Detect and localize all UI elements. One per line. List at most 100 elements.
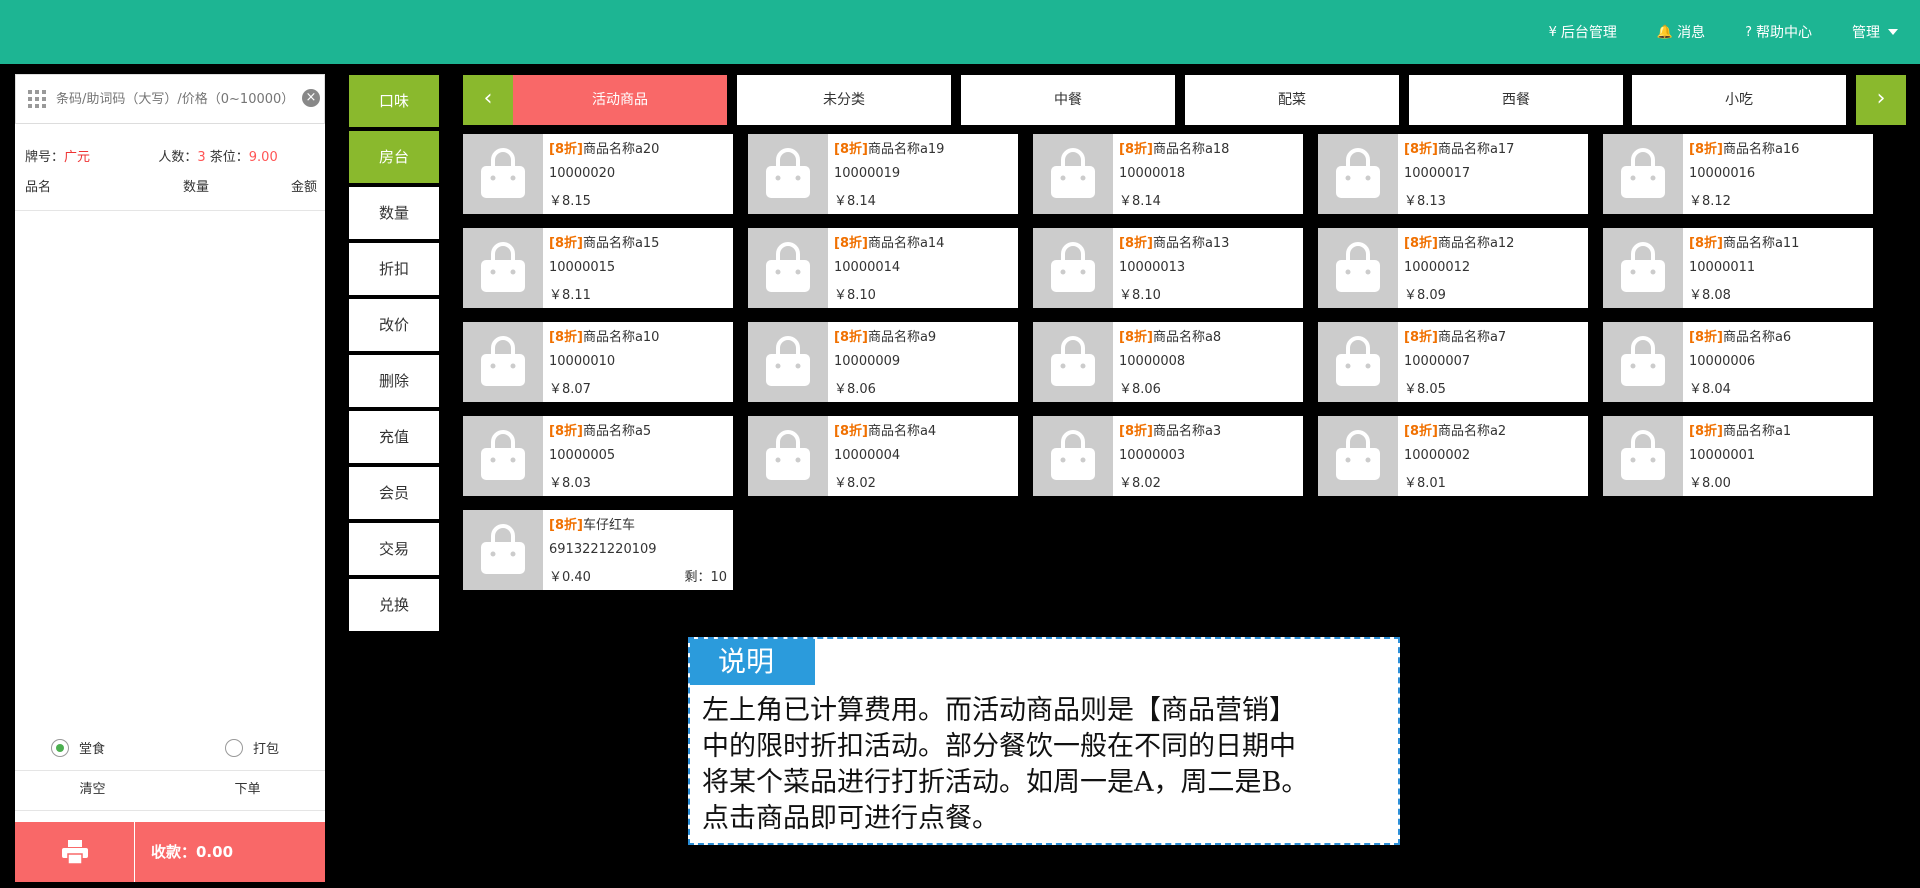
category-prev-button[interactable]: ‹ [463,75,513,125]
product-card[interactable]: [8折]商品名称a20 10000020 ￥8.15 [463,134,733,214]
discount-tag: [8折] [1404,424,1438,439]
function-button[interactable]: 折扣 [349,243,439,295]
order-panel: × 牌号：广元 人数：3 茶位：9.00 品名 数量 金额 堂食 打包 清空 下… [15,74,325,882]
product-card[interactable]: [8折]商品名称a3 10000003 ￥8.02 [1033,416,1303,496]
category-tab[interactable]: 活动商品 [513,75,727,125]
shopping-bag-icon [766,148,810,198]
product-card[interactable]: [8折]商品名称a4 10000004 ￥8.02 [748,416,1018,496]
function-button[interactable]: 充值 [349,411,439,463]
discount-tag: [8折] [1689,330,1723,345]
category-next-button[interactable]: › [1856,75,1906,125]
shopping-bag-icon [1051,336,1095,386]
order-table-header: 品名 数量 金额 [25,176,317,195]
product-card[interactable]: [8折]商品名称a11 10000011 ￥8.08 [1603,228,1873,308]
note-line: 中的限时折扣活动。部分餐饮一般在不同的日期中 [702,731,1296,762]
product-image [1318,228,1398,308]
function-button[interactable]: 删除 [349,355,439,407]
discount-tag: [8折] [1119,424,1153,439]
divider [15,810,325,811]
category-tab[interactable]: 小吃 [1632,75,1846,125]
search-input[interactable] [56,91,296,107]
order-info: 牌号：广元 人数：3 茶位：9.00 [25,146,278,165]
nav-backend[interactable]: ¥ 后台管理 [1549,22,1617,42]
product-title: 商品名称a4 [867,424,937,439]
nav-messages[interactable]: 🔔 消息 [1657,22,1705,42]
product-price: ￥8.04 [1689,382,1731,397]
takeaway-radio[interactable]: 打包 [225,738,279,757]
product-image [463,134,543,214]
place-order-button[interactable]: 下单 [170,771,325,809]
product-image [1033,416,1113,496]
people-label: 人数： [158,150,198,165]
product-card[interactable]: [8折]商品名称a1 10000001 ￥8.00 [1603,416,1873,496]
product-card[interactable]: [8折]商品名称a8 10000008 ￥8.06 [1033,322,1303,402]
category-tab[interactable]: 西餐 [1409,75,1623,125]
product-price: ￥8.05 [1404,382,1446,397]
function-button[interactable]: 改价 [349,299,439,351]
category-tab[interactable]: 配菜 [1185,75,1399,125]
product-title: 商品名称a11 [1722,236,1800,251]
product-image [1603,322,1683,402]
category-tab[interactable]: 未分类 [737,75,951,125]
product-card[interactable]: [8折]商品名称a15 10000015 ￥8.11 [463,228,733,308]
product-card[interactable]: [8折]商品名称a10 10000010 ￥8.07 [463,322,733,402]
search-box: × [15,74,325,124]
product-code: 10000012 [1404,260,1471,275]
function-button[interactable]: 交易 [349,523,439,575]
product-name: [8折]商品名称a19 [834,138,944,157]
product-image [1033,228,1113,308]
clear-icon[interactable]: × [302,89,320,107]
function-button[interactable]: 兑换 [349,579,439,631]
product-card[interactable]: [8折]车仔红车 6913221220109 ￥0.40 剩：10 [463,510,733,590]
product-card[interactable]: [8折]商品名称a18 10000018 ￥8.14 [1033,134,1303,214]
product-title: 商品名称a17 [1437,142,1515,157]
clear-button[interactable]: 清空 [15,771,170,809]
shopping-bag-icon [1051,430,1095,480]
grid-icon[interactable] [28,90,46,108]
product-image [1318,322,1398,402]
function-button[interactable]: 会员 [349,467,439,519]
discount-tag: [8折] [1119,142,1153,157]
product-card[interactable]: [8折]商品名称a6 10000006 ￥8.04 [1603,322,1873,402]
function-button[interactable]: 数量 [349,187,439,239]
discount-tag: [8折] [834,424,868,439]
function-button[interactable]: 房台 [349,131,439,183]
nav-help[interactable]: ? 帮助中心 [1745,22,1812,42]
product-image [1603,228,1683,308]
total-amount[interactable]: 收款：0.00 [135,822,233,882]
product-card[interactable]: [8折]商品名称a19 10000019 ￥8.14 [748,134,1018,214]
product-card[interactable]: [8折]商品名称a2 10000002 ￥8.01 [1318,416,1588,496]
product-card[interactable]: [8折]商品名称a12 10000012 ￥8.09 [1318,228,1588,308]
dine-in-radio[interactable]: 堂食 [51,738,105,757]
product-card[interactable]: [8折]商品名称a7 10000007 ￥8.05 [1318,322,1588,402]
shopping-bag-icon [766,336,810,386]
bell-icon: 🔔 [1656,24,1674,40]
explanation-box: 说明 左上角已计算费用。而活动商品则是【商品营销】 中的限时折扣活动。部分餐饮一… [688,637,1400,845]
product-code: 10000005 [549,448,616,463]
product-price: ￥8.02 [834,476,876,491]
product-card[interactable]: [8折]商品名称a9 10000009 ￥8.06 [748,322,1018,402]
product-price: ￥8.12 [1689,194,1731,209]
category-tab[interactable]: 中餐 [961,75,1175,125]
product-price: ￥8.13 [1404,194,1446,209]
product-code: 10000015 [549,260,616,275]
product-card[interactable]: [8折]商品名称a16 10000016 ￥8.12 [1603,134,1873,214]
note-line: 左上角已计算费用。而活动商品则是【商品营销】 [702,695,1296,726]
product-card[interactable]: [8折]商品名称a17 10000017 ￥8.13 [1318,134,1588,214]
nav-manage[interactable]: 管理 [1852,22,1898,42]
col-name: 品名 [25,180,52,195]
product-card[interactable]: [8折]商品名称a14 10000014 ￥8.10 [748,228,1018,308]
product-price: ￥0.40 [549,570,591,585]
shopping-bag-icon [481,524,525,574]
product-image [1033,322,1113,402]
product-image [1603,416,1683,496]
product-name: [8折]商品名称a3 [1119,420,1221,439]
print-button[interactable] [15,822,135,882]
product-card[interactable]: [8折]商品名称a5 10000005 ￥8.03 [463,416,733,496]
product-code: 10000017 [1404,166,1471,181]
product-card[interactable]: [8折]商品名称a13 10000013 ￥8.10 [1033,228,1303,308]
payment-bar: 收款：0.00 [15,822,325,882]
note-title: 说明 [690,639,815,685]
chevron-left-icon: ‹ [483,86,493,111]
function-button[interactable]: 口味 [349,75,439,127]
